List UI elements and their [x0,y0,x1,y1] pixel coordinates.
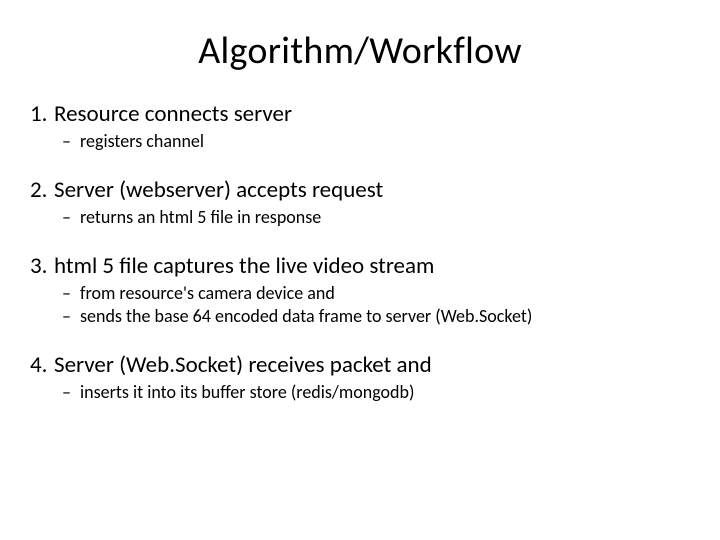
step-main: 4.Server (Web.Socket) receives packet an… [30,351,690,379]
step-text: Server (webserver) accepts request [54,176,383,204]
step-main: 3.html 5 file captures the live video st… [30,252,690,280]
sub-text: registers channel [80,130,204,152]
step-1: 1.Resource connects server –registers ch… [30,100,690,152]
sub-text: from resource's camera device and [80,282,335,304]
step-text: html 5 file captures the live video stre… [54,252,434,280]
step-number: 2. [30,176,54,204]
step-main: 2.Server (webserver) accepts request [30,176,690,204]
step-number: 4. [30,351,54,379]
step-text: Server (Web.Socket) receives packet and [54,351,432,379]
sub-text: returns an html 5 file in response [80,206,321,228]
dash-icon: – [62,381,80,403]
step-text: Resource connects server [54,100,292,128]
sub-item: –registers channel [30,130,690,152]
step-2: 2.Server (webserver) accepts request –re… [30,176,690,228]
slide-title: Algorithm/Workflow [30,28,690,74]
step-number: 3. [30,252,54,280]
step-main: 1.Resource connects server [30,100,690,128]
dash-icon: – [62,130,80,152]
sub-text: sends the base 64 encoded data frame to … [80,305,532,327]
sub-item: –from resource's camera device and [30,282,690,304]
step-number: 1. [30,100,54,128]
dash-icon: – [62,282,80,304]
sub-item: –inserts it into its buffer store (redis… [30,381,690,403]
dash-icon: – [62,206,80,228]
sub-item: –returns an html 5 file in response [30,206,690,228]
dash-icon: – [62,305,80,327]
step-4: 4.Server (Web.Socket) receives packet an… [30,351,690,403]
sub-item: –sends the base 64 encoded data frame to… [30,305,690,327]
sub-text: inserts it into its buffer store (redis/… [80,381,414,403]
step-3: 3.html 5 file captures the live video st… [30,252,690,327]
